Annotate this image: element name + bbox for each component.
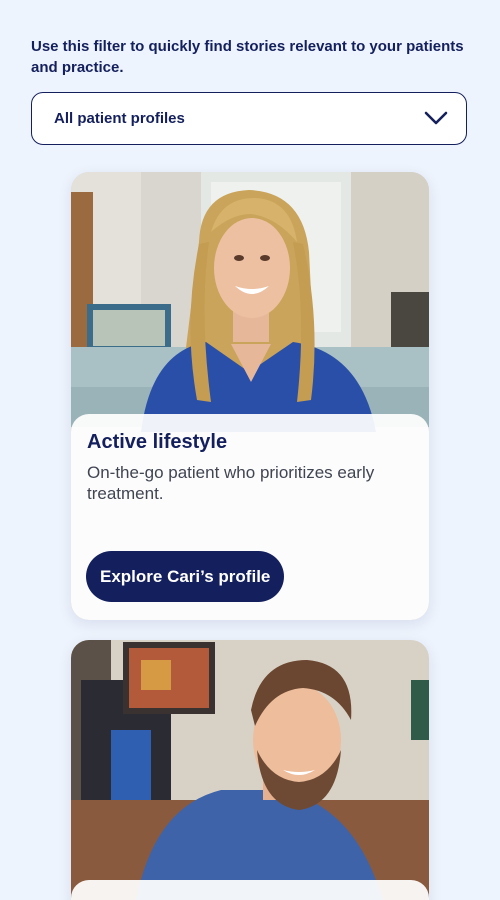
profile-info-panel: Active lifestyle On-the-go patient who p… <box>71 414 429 620</box>
profile-title: Active lifestyle <box>87 431 228 453</box>
dropdown-selected-value: All patient profiles <box>54 110 185 127</box>
profile-description: On-the-go patient who prioritizes early … <box>87 463 375 503</box>
filter-intro-text: Use this filter to quickly find stories … <box>31 38 464 76</box>
patient-stories-page: Use this filter to quickly find stories … <box>0 0 500 900</box>
profile-info-panel <box>71 880 429 900</box>
profile-card: Active lifestyle On-the-go patient who p… <box>71 172 429 620</box>
patient-profile-filter-dropdown[interactable]: All patient profiles <box>31 92 467 145</box>
chevron-down-icon <box>424 111 448 125</box>
patient-photo <box>71 640 429 900</box>
explore-profile-button[interactable]: Explore Cari’s profile <box>86 551 285 602</box>
profile-card <box>71 640 429 900</box>
